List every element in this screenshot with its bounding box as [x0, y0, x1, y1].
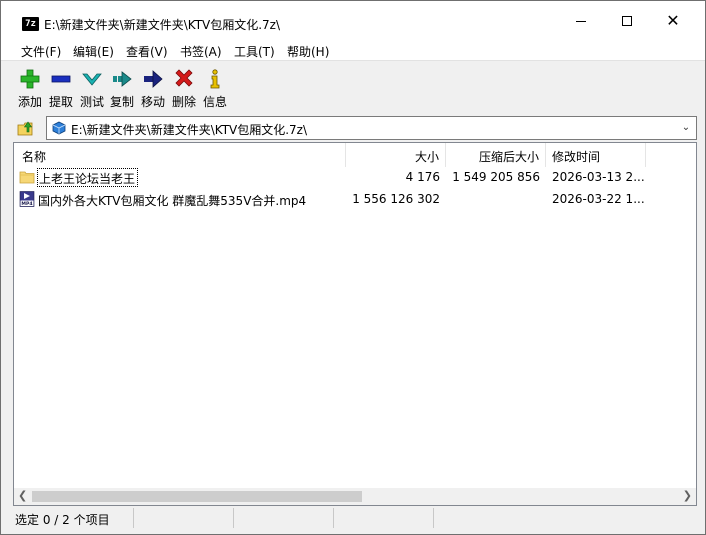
- table-row[interactable]: MP4 国内外各大KTV包厢文化 群魔乱舞535V合并.mp4 1 556 12…: [14, 189, 696, 211]
- minus-icon: [51, 75, 71, 83]
- status-divider: [233, 508, 234, 528]
- menu-file[interactable]: 文件(F): [21, 43, 61, 60]
- row-size: 4 176: [405, 170, 440, 184]
- path-input[interactable]: E:\新建文件夹\新建文件夹\KTV包厢文化.7z\ ⌄: [46, 116, 697, 140]
- info-button[interactable]: 信息: [200, 64, 230, 112]
- file-list: 名称 大小 压缩后大小 修改时间 上老王论坛当老王 4 176 1 549 20…: [13, 142, 697, 506]
- maximize-icon: [622, 16, 632, 26]
- row-size: 1 556 126 302: [352, 192, 440, 206]
- horizontal-scrollbar[interactable]: ❮ ❯: [14, 488, 696, 505]
- add-button[interactable]: 添加: [15, 64, 45, 112]
- delete-label: 删除: [171, 95, 196, 109]
- test-label: 测试: [79, 95, 104, 109]
- menu-edit[interactable]: 编辑(E): [73, 43, 114, 60]
- window-title: E:\新建文件夹\新建文件夹\KTV包厢文化.7z\: [44, 18, 281, 32]
- delete-icon: [175, 69, 193, 87]
- table-row[interactable]: 上老王论坛当老王 4 176 1 549 205 856 2026-03-13 …: [14, 167, 696, 189]
- status-divider: [133, 508, 134, 528]
- menu-view[interactable]: 查看(V): [126, 43, 168, 60]
- status-divider: [333, 508, 334, 528]
- move-button[interactable]: 移动: [138, 64, 168, 112]
- row-name: 国内外各大KTV包厢文化 群魔乱舞535V合并.mp4: [38, 194, 307, 208]
- copy-label: 复制: [109, 95, 134, 109]
- mp4-file-icon: MP4: [19, 191, 35, 207]
- menu-bar: 文件(F) 编辑(E) 查看(V) 书签(A) 工具(T) 帮助(H): [1, 39, 705, 61]
- copy-button[interactable]: 复制: [107, 64, 137, 112]
- row-modified: 2026-03-13 2...: [552, 170, 645, 184]
- add-label: 添加: [17, 95, 42, 109]
- status-text: 选定 0 / 2 个项目: [15, 513, 110, 527]
- info-icon: [210, 69, 220, 89]
- menu-bookmarks[interactable]: 书签(A): [180, 43, 222, 60]
- column-name[interactable]: 名称: [14, 143, 346, 167]
- column-size[interactable]: 大小: [346, 143, 446, 167]
- delete-button[interactable]: 删除: [169, 64, 199, 112]
- check-icon: [82, 73, 102, 86]
- column-modified-label: 修改时间: [552, 150, 601, 164]
- path-text: E:\新建文件夹\新建文件夹\KTV包厢文化.7z\: [71, 123, 308, 137]
- address-bar: E:\新建文件夹\新建文件夹\KTV包厢文化.7z\ ⌄: [1, 114, 705, 142]
- svg-text:MP4: MP4: [21, 201, 32, 207]
- folder-up-icon[interactable]: [17, 119, 35, 137]
- test-button[interactable]: 测试: [77, 64, 107, 112]
- row-modified: 2026-03-22 1...: [552, 192, 645, 206]
- menu-help[interactable]: 帮助(H): [287, 43, 329, 60]
- move-arrow-icon: [144, 70, 163, 88]
- row-packed-size: 1 549 205 856: [452, 170, 540, 184]
- close-button[interactable]: ✕: [650, 1, 696, 39]
- chevron-down-icon[interactable]: ⌄: [680, 122, 692, 134]
- minimize-icon: [576, 20, 586, 22]
- copy-arrow-icon: [113, 71, 132, 87]
- extract-label: 提取: [48, 95, 73, 109]
- column-modified[interactable]: 修改时间: [546, 143, 646, 167]
- column-packed-label: 压缩后大小: [478, 150, 539, 164]
- close-icon: ✕: [666, 10, 680, 30]
- info-label: 信息: [202, 95, 227, 109]
- column-name-label: 名称: [22, 150, 47, 164]
- plus-icon: [20, 69, 40, 89]
- app-window: 7z E:\新建文件夹\新建文件夹\KTV包厢文化.7z\ ✕ 文件(F) 编辑…: [0, 0, 706, 535]
- title-bar: 7z E:\新建文件夹\新建文件夹\KTV包厢文化.7z\ ✕: [1, 1, 705, 39]
- 7zip-app-icon: 7z: [22, 17, 39, 31]
- folder-icon: [19, 171, 35, 184]
- column-size-label: 大小: [414, 150, 439, 164]
- maximize-button[interactable]: [604, 1, 650, 39]
- status-divider: [433, 508, 434, 528]
- scroll-right-icon[interactable]: ❯: [683, 489, 692, 502]
- row-name: 上老王论坛当老王: [37, 168, 139, 187]
- scrollbar-thumb[interactable]: [32, 491, 362, 502]
- extract-button[interactable]: 提取: [46, 64, 76, 112]
- scroll-left-icon[interactable]: ❮: [18, 489, 27, 502]
- minimize-button[interactable]: [558, 1, 604, 39]
- archive-icon: [52, 121, 66, 135]
- column-packed-size[interactable]: 压缩后大小: [446, 143, 546, 167]
- status-bar: 选定 0 / 2 个项目: [1, 506, 705, 534]
- menu-tools[interactable]: 工具(T): [234, 43, 275, 60]
- toolbar: 添加 提取 测试 复制 移动 删除 信息: [1, 62, 705, 114]
- move-label: 移动: [140, 95, 165, 109]
